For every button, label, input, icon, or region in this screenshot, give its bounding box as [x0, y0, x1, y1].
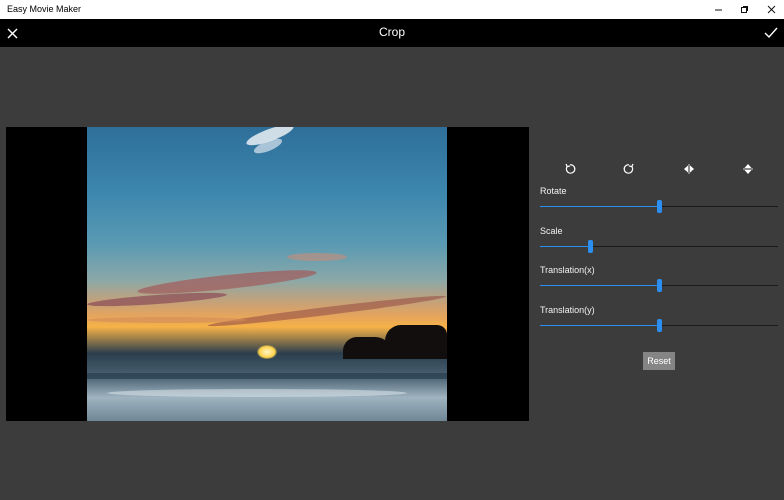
translation-x-label: Translation(x): [540, 265, 595, 275]
confirm-crop-button[interactable]: [761, 22, 781, 44]
translation-y-slider-thumb[interactable]: [657, 319, 662, 332]
crop-header: Crop: [0, 19, 784, 47]
restore-button[interactable]: [731, 0, 757, 19]
rotate-left-icon: [565, 163, 576, 174]
translation-x-slider[interactable]: [540, 278, 778, 294]
translation-x-slider-thumb[interactable]: [657, 279, 662, 292]
scale-slider[interactable]: [540, 239, 778, 255]
crop-preview[interactable]: [6, 127, 529, 421]
minimize-button[interactable]: [705, 0, 731, 19]
restore-icon: [740, 6, 748, 13]
reset-button[interactable]: Reset: [643, 352, 675, 370]
rotate-right-icon: [623, 163, 634, 174]
translation-y-label: Translation(y): [540, 305, 595, 315]
rotate-slider[interactable]: [540, 199, 778, 215]
window-title-bar: Easy Movie Maker: [0, 0, 784, 19]
translation-y-slider[interactable]: [540, 318, 778, 334]
close-window-button[interactable]: [758, 0, 784, 19]
minimize-icon: [714, 9, 722, 11]
scale-label: Scale: [540, 226, 563, 236]
checkmark-icon: [764, 27, 778, 39]
flip-horizontal-icon: [684, 164, 694, 174]
scale-slider-thumb[interactable]: [588, 240, 593, 253]
rotate-slider-thumb[interactable]: [657, 200, 662, 213]
flip-horizontal-button[interactable]: [680, 160, 698, 178]
close-window-icon: [767, 5, 775, 14]
page-title: Crop: [378, 25, 405, 39]
flip-vertical-button[interactable]: [739, 160, 757, 178]
rotate-label: Rotate: [540, 186, 567, 196]
sun: [257, 345, 277, 359]
rotate-right-button[interactable]: [620, 160, 638, 178]
rotate-left-button[interactable]: [561, 160, 579, 178]
preview-image: [87, 127, 447, 421]
window-title: Easy Movie Maker: [7, 4, 82, 14]
crop-controls-panel: Rotate Scale Translation(x) Translation(…: [530, 127, 784, 421]
flip-vertical-icon: [743, 164, 753, 174]
